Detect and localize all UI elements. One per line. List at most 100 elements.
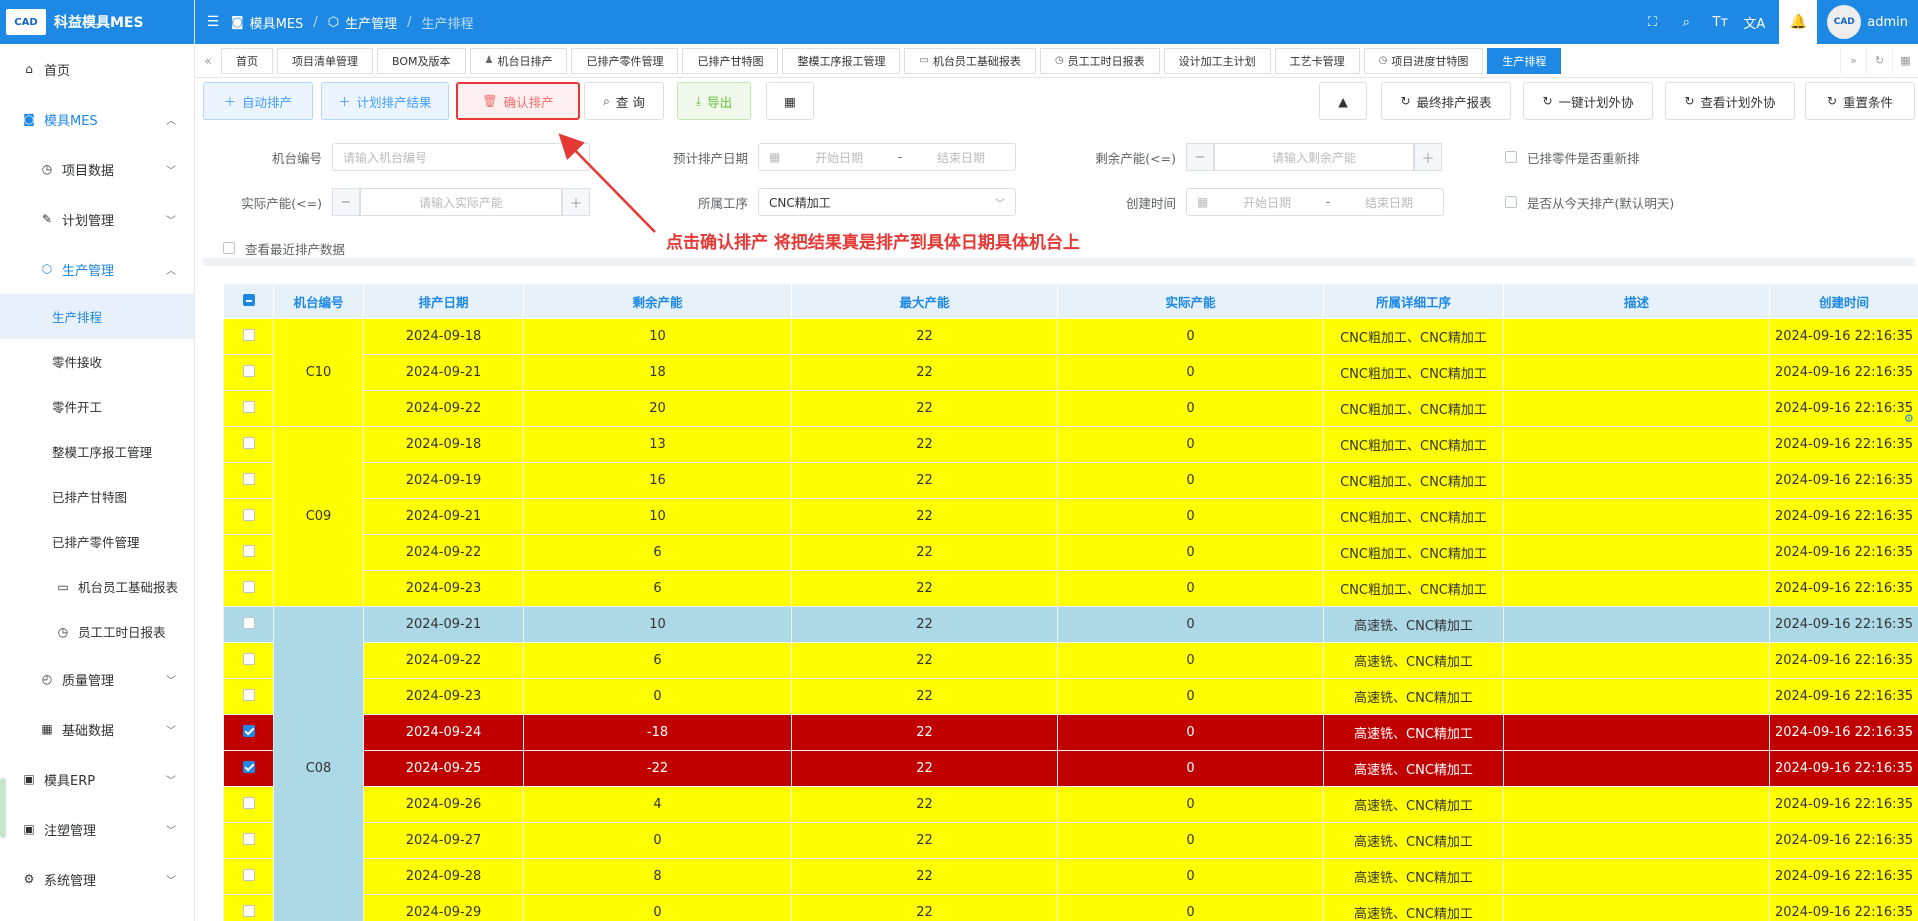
table-row[interactable]: C08 2024-09-21 10 22 0 高速铣、CNC精加工 2024-09-16 2… bbox=[223, 606, 1918, 921]
row-select-cell[interactable] bbox=[223, 750, 274, 787]
settings-gear-icon[interactable]: ⚙ bbox=[1904, 412, 1918, 428]
cell-process: CNC粗加工、CNC精加工 bbox=[1323, 426, 1504, 463]
cell-process: 高速铣、CNC精加工 bbox=[1323, 786, 1504, 823]
row-select-cell[interactable] bbox=[223, 426, 274, 463]
row-checkbox[interactable] bbox=[242, 328, 255, 341]
row-select-cell[interactable] bbox=[223, 354, 274, 391]
cell-process: CNC粗加工、CNC精加工 bbox=[1323, 390, 1504, 427]
column-header[interactable]: 描述 bbox=[1503, 283, 1770, 319]
row-checkbox[interactable] bbox=[242, 796, 255, 809]
table-row[interactable]: 2024-09-21 18 22 0 CNC粗加工、CNC精加工 2024-09-16 2… bbox=[223, 354, 1918, 391]
row-checkbox[interactable] bbox=[242, 508, 255, 521]
row-select-cell[interactable] bbox=[223, 714, 274, 751]
cell-date: 2024-09-21 bbox=[363, 606, 524, 643]
select-all-checkbox[interactable] bbox=[242, 293, 255, 306]
row-checkbox[interactable] bbox=[242, 688, 255, 701]
cell-process: 高速铣、CNC精加工 bbox=[1323, 894, 1504, 921]
row-checkbox[interactable] bbox=[242, 364, 255, 377]
column-header[interactable]: 所属详细工序 bbox=[1323, 283, 1504, 319]
column-header[interactable]: 创建时间 bbox=[1769, 283, 1918, 319]
cell-created: 2024-09-16 22:16:35 bbox=[1769, 462, 1918, 499]
cell-desc bbox=[1503, 822, 1770, 859]
cell-remain: 20 bbox=[523, 390, 792, 427]
cell-remain: 10 bbox=[523, 606, 792, 643]
cell-max: 22 bbox=[791, 858, 1058, 895]
cell-actual: 0 bbox=[1057, 390, 1324, 427]
cell-date: 2024-09-28 bbox=[363, 858, 524, 895]
row-select-cell[interactable] bbox=[223, 642, 274, 679]
row-checkbox[interactable] bbox=[242, 832, 255, 845]
row-checkbox[interactable] bbox=[242, 868, 255, 881]
cell-remain: 8 bbox=[523, 858, 792, 895]
table-row[interactable]: 2024-09-25 -22 22 0 高速铣、CNC精加工 2024-09-16 22:… bbox=[223, 750, 1918, 787]
table-row[interactable]: 2024-09-21 10 22 0 CNC粗加工、CNC精加工 2024-09-16 2… bbox=[223, 498, 1918, 535]
cell-desc bbox=[1503, 750, 1770, 787]
column-header[interactable]: 机台编号 bbox=[273, 283, 364, 319]
cell-date: 2024-09-21 bbox=[363, 354, 524, 391]
column-header[interactable]: 实际产能 bbox=[1057, 283, 1324, 319]
row-select-cell[interactable] bbox=[223, 390, 274, 427]
table-row[interactable]: 2024-09-28 8 22 0 高速铣、CNC精加工 2024-09-16 22:16… bbox=[223, 858, 1918, 895]
cell-process: 高速铣、CNC精加工 bbox=[1323, 822, 1504, 859]
row-select-cell[interactable] bbox=[223, 822, 274, 859]
row-checkbox[interactable] bbox=[242, 724, 255, 737]
row-select-cell[interactable] bbox=[223, 786, 274, 823]
row-checkbox[interactable] bbox=[242, 616, 255, 629]
row-select-cell[interactable] bbox=[223, 606, 274, 643]
table-row[interactable]: 2024-09-22 6 22 0 CNC粗加工、CNC精加工 2024-09-16 22… bbox=[223, 534, 1918, 571]
table-row[interactable]: 2024-09-19 16 22 0 CNC粗加工、CNC精加工 2024-09-16 2… bbox=[223, 462, 1918, 499]
cell-created: 2024-09-16 22:16:35 bbox=[1769, 426, 1918, 463]
cell-created: 2024-09-16 22:16:35 bbox=[1769, 714, 1918, 751]
cell-max: 22 bbox=[791, 678, 1058, 715]
cell-actual: 0 bbox=[1057, 642, 1324, 679]
table-row[interactable]: C10 2024-09-18 10 22 0 CNC粗加工、CNC精加工 2024-09-1… bbox=[223, 318, 1918, 427]
column-header[interactable]: 排产日期 bbox=[363, 283, 524, 319]
table-row[interactable]: 2024-09-22 6 22 0 高速铣、CNC精加工 2024-09-16 22:16… bbox=[223, 642, 1918, 679]
row-checkbox[interactable] bbox=[242, 544, 255, 557]
row-select-cell[interactable] bbox=[223, 858, 274, 895]
cell-max: 22 bbox=[791, 354, 1058, 391]
row-checkbox[interactable] bbox=[242, 760, 255, 773]
table-row[interactable]: C09 2024-09-18 13 22 0 CNC粗加工、CNC精加工 2024-09-1… bbox=[223, 426, 1918, 607]
cell-max: 22 bbox=[791, 390, 1058, 427]
cell-created: 2024-09-16 22:16:35 bbox=[1769, 498, 1918, 535]
cell-max: 22 bbox=[791, 894, 1058, 921]
table-row[interactable]: 2024-09-22 20 22 0 CNC粗加工、CNC精加工 2024-09-16 2… bbox=[223, 390, 1918, 427]
table-row[interactable]: 2024-09-23 0 22 0 高速铣、CNC精加工 2024-09-16 22:16… bbox=[223, 678, 1918, 715]
column-header[interactable]: 最大产能 bbox=[791, 283, 1058, 319]
cell-date: 2024-09-19 bbox=[363, 462, 524, 499]
select-all-cell[interactable] bbox=[223, 283, 274, 319]
table-row[interactable]: 2024-09-29 0 22 0 高速铣、CNC精加工 2024-09-16 22:16… bbox=[223, 894, 1918, 921]
cell-remain: -18 bbox=[523, 714, 792, 751]
row-checkbox[interactable] bbox=[242, 472, 255, 485]
cell-remain: 18 bbox=[523, 354, 792, 391]
row-select-cell[interactable] bbox=[223, 462, 274, 499]
table-row[interactable]: 2024-09-27 0 22 0 高速铣、CNC精加工 2024-09-16 22:16… bbox=[223, 822, 1918, 859]
cell-date: 2024-09-26 bbox=[363, 786, 524, 823]
row-select-cell[interactable] bbox=[223, 534, 274, 571]
row-checkbox[interactable] bbox=[242, 436, 255, 449]
machine-cell: C09 bbox=[273, 426, 364, 607]
cell-process: 高速铣、CNC精加工 bbox=[1323, 606, 1504, 643]
annotation-text: 点击确认排产 将把结果真是排产到具体日期具体机台上 bbox=[666, 233, 1080, 253]
cell-desc bbox=[1503, 462, 1770, 499]
row-select-cell[interactable] bbox=[223, 570, 274, 607]
cell-actual: 0 bbox=[1057, 498, 1324, 535]
table-row[interactable]: 2024-09-26 4 22 0 高速铣、CNC精加工 2024-09-16 22:16… bbox=[223, 786, 1918, 823]
cell-actual: 0 bbox=[1057, 858, 1324, 895]
cell-desc bbox=[1503, 606, 1770, 643]
table-row[interactable]: 2024-09-23 6 22 0 CNC粗加工、CNC精加工 2024-09-16 22… bbox=[223, 570, 1918, 607]
row-checkbox[interactable] bbox=[242, 904, 255, 917]
row-select-cell[interactable] bbox=[223, 498, 274, 535]
cell-max: 22 bbox=[791, 498, 1058, 535]
table-row[interactable]: 2024-09-24 -18 22 0 高速铣、CNC精加工 2024-09-16 22:… bbox=[223, 714, 1918, 751]
cell-process: 高速铣、CNC精加工 bbox=[1323, 858, 1504, 895]
row-select-cell[interactable] bbox=[223, 678, 274, 715]
row-checkbox[interactable] bbox=[242, 652, 255, 665]
column-header[interactable]: 剩余产能 bbox=[523, 283, 792, 319]
row-checkbox[interactable] bbox=[242, 580, 255, 593]
row-checkbox[interactable] bbox=[242, 400, 255, 413]
row-select-cell[interactable] bbox=[223, 894, 274, 921]
row-select-cell[interactable] bbox=[223, 318, 274, 355]
cell-date: 2024-09-27 bbox=[363, 822, 524, 859]
